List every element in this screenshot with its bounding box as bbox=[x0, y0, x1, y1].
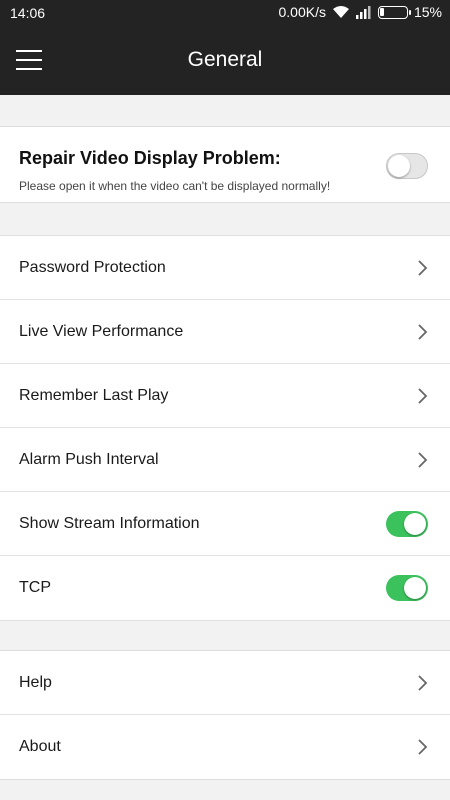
chevron-right-icon bbox=[418, 260, 428, 276]
network-speed: 0.00K/s bbox=[278, 4, 326, 20]
repair-video-title: Repair Video Display Problem: bbox=[19, 148, 281, 168]
chevron-right-icon bbox=[418, 675, 428, 691]
chevron-right-icon bbox=[418, 739, 428, 755]
tcp-toggle[interactable] bbox=[386, 575, 428, 601]
show-stream-information-label: Show Stream Information bbox=[19, 515, 200, 532]
wifi-icon bbox=[332, 6, 349, 18]
help-row[interactable]: Help bbox=[0, 651, 450, 715]
about-row[interactable]: About bbox=[0, 715, 450, 779]
repair-video-description: Please open it when the video can't be d… bbox=[19, 179, 331, 193]
alarm-push-interval-label: Alarm Push Interval bbox=[19, 451, 159, 468]
alarm-push-interval-row[interactable]: Alarm Push Interval bbox=[0, 428, 450, 492]
show-stream-information-toggle[interactable] bbox=[386, 511, 428, 537]
page-title: General bbox=[187, 48, 263, 71]
chevron-right-icon bbox=[418, 452, 428, 468]
app-bar: General bbox=[0, 26, 450, 95]
repair-video-section: Repair Video Display Problem: Please ope… bbox=[0, 126, 450, 203]
help-label: Help bbox=[19, 674, 52, 691]
tcp-row: TCP bbox=[0, 556, 450, 620]
password-protection-row[interactable]: Password Protection bbox=[0, 236, 450, 300]
settings-list: Password Protection Live View Performanc… bbox=[0, 235, 450, 621]
toggle-knob bbox=[404, 577, 426, 599]
toggle-knob bbox=[404, 513, 426, 535]
chevron-right-icon bbox=[418, 388, 428, 404]
battery-fill bbox=[379, 7, 384, 16]
password-protection-label: Password Protection bbox=[19, 259, 166, 276]
show-stream-information-row: Show Stream Information bbox=[0, 492, 450, 556]
remember-last-play-label: Remember Last Play bbox=[19, 387, 169, 404]
status-time: 14:06 bbox=[10, 5, 46, 21]
repair-video-toggle[interactable] bbox=[386, 153, 428, 179]
battery-percent: 15% bbox=[413, 4, 442, 20]
about-label: About bbox=[19, 738, 61, 755]
chevron-right-icon bbox=[418, 324, 428, 340]
signal-icon bbox=[355, 6, 371, 19]
status-bar: 14:06 0.00K/s 15% bbox=[0, 0, 450, 26]
live-view-performance-label: Live View Performance bbox=[19, 323, 184, 340]
tcp-label: TCP bbox=[19, 579, 51, 596]
more-list: Help About bbox=[0, 650, 450, 780]
toggle-knob bbox=[388, 155, 410, 177]
live-view-performance-row[interactable]: Live View Performance bbox=[0, 300, 450, 364]
battery-icon bbox=[377, 5, 411, 19]
remember-last-play-row[interactable]: Remember Last Play bbox=[0, 364, 450, 428]
